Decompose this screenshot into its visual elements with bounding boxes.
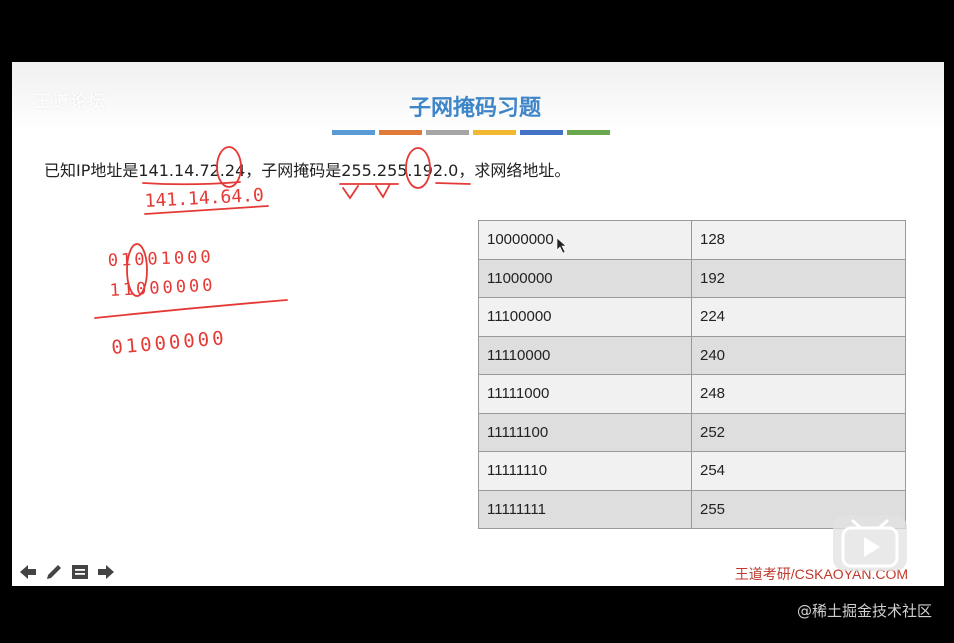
title-underline-bar-3: [426, 130, 469, 135]
question-subnet-mask: 255.255.192.0: [341, 161, 459, 180]
decimal-cell: 240: [691, 335, 906, 375]
decimal-cell: 252: [691, 412, 906, 452]
title-underline-bar-4: [473, 130, 516, 135]
presentation-slide: 王道论坛 子网掩码习题 已知IP地址是141.14.72.24，子网掩码是255…: [12, 62, 944, 586]
table-row: 11100000 224: [478, 297, 906, 337]
video-play-button[interactable]: [833, 515, 907, 571]
decimal-cell: 128: [691, 220, 906, 260]
binary-cell: 11111000: [478, 374, 692, 414]
decimal-cell: 224: [691, 297, 906, 337]
binary-cell: 11110000: [478, 335, 692, 375]
binary-cell: 11111110: [478, 451, 692, 491]
binary-cell: 11111100: [478, 412, 692, 452]
binary-cell: 11000000: [478, 258, 692, 298]
question-suffix: ，求网络地址。: [458, 161, 571, 180]
table-row: 11110000 240: [478, 335, 906, 375]
slide-title: 子网掩码习题: [408, 96, 541, 121]
menu-icon[interactable]: [70, 562, 90, 582]
mask-conversion-table: 10000000 128 11000000 192 11100000 224 1111000…: [478, 220, 906, 529]
table-row: 11111000 248: [478, 374, 906, 414]
table-row: 10000000 128: [478, 220, 906, 260]
table-row: 11111110 254: [478, 451, 906, 491]
question-prefix: 已知IP地址是: [44, 161, 139, 180]
title-underline-bar-6: [567, 130, 610, 135]
decimal-cell: 254: [691, 451, 906, 491]
question-middle: ，子网掩码是: [245, 161, 342, 180]
question-text: 已知IP地址是141.14.72.24，子网掩码是255.255.192.0，求…: [44, 157, 570, 181]
pencil-icon[interactable]: [44, 562, 64, 582]
title-underline-bar-1: [332, 130, 375, 135]
title-underline-bar-2: [379, 130, 422, 135]
binary-cell: 11111111: [478, 489, 692, 529]
title-underline-bar-5: [520, 130, 563, 135]
slide-navigation: [18, 562, 116, 582]
platform-watermark: @稀土掘金技术社区: [796, 602, 932, 620]
table-row: 11111100 252: [478, 412, 906, 452]
arrow-left-icon[interactable]: [18, 562, 38, 582]
binary-cell: 10000000: [478, 220, 692, 260]
play-icon: [841, 519, 899, 568]
arrow-right-icon[interactable]: [96, 562, 116, 582]
table-row: 11000000 192: [478, 258, 906, 298]
decimal-cell: 248: [691, 374, 906, 414]
decimal-cell: 192: [691, 258, 906, 298]
question-ip-address: 141.14.72.24: [138, 161, 246, 180]
binary-cell: 11100000: [478, 297, 692, 337]
